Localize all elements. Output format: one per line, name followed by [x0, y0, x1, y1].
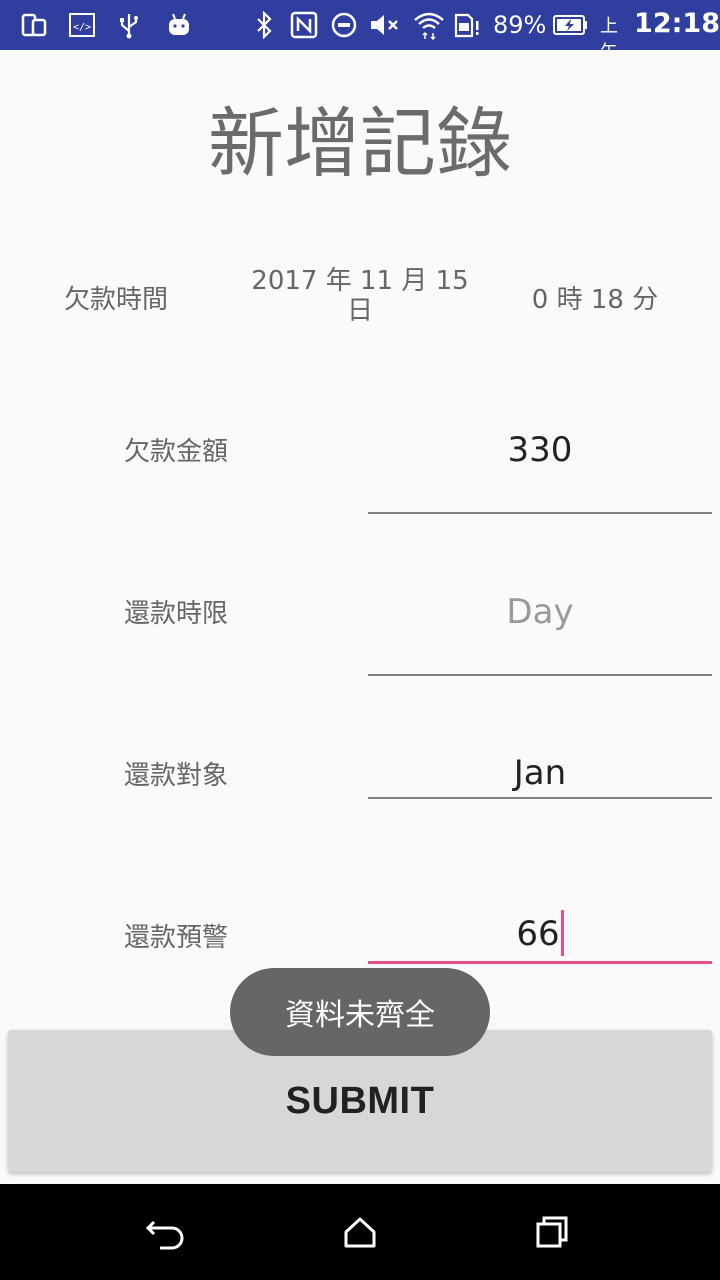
- amount-underline: [368, 512, 712, 514]
- navigation-bar: [0, 1184, 720, 1280]
- warning-label: 還款預警: [124, 923, 229, 953]
- target-input[interactable]: Jan: [368, 751, 712, 795]
- back-icon[interactable]: [136, 1202, 196, 1262]
- amount-input[interactable]: 330: [368, 428, 712, 472]
- deadline-field[interactable]: Day: [368, 590, 712, 678]
- time-picker[interactable]: 0 時 18 分: [500, 284, 690, 316]
- do-not-disturb-icon: [328, 10, 360, 40]
- page-title: 新增記錄: [208, 99, 512, 188]
- status-time: 12:18: [634, 8, 720, 39]
- warning-input-wrap[interactable]: 66: [368, 908, 712, 958]
- amount-label: 欠款金額: [124, 437, 229, 467]
- nfc-icon: [288, 10, 320, 40]
- svg-text:</>: </>: [73, 22, 91, 33]
- deadline-input[interactable]: Day: [368, 590, 712, 634]
- home-icon[interactable]: [330, 1202, 390, 1262]
- deadline-underline: [368, 674, 712, 676]
- target-underline: [368, 797, 712, 799]
- sim-alert-icon: [452, 10, 482, 40]
- battery-percentage: 89%: [493, 11, 547, 39]
- android-debug-icon: [162, 10, 196, 40]
- warning-input[interactable]: 66: [516, 914, 559, 954]
- warning-underline: [368, 961, 712, 964]
- target-field[interactable]: Jan: [368, 751, 712, 803]
- developer-code-icon: </>: [66, 10, 98, 40]
- usb-icon: [114, 10, 144, 40]
- battery-charging-icon: [552, 10, 590, 40]
- status-clock: 上午 12:18: [600, 8, 720, 63]
- debt-time-label: 欠款時間: [64, 285, 169, 315]
- date-picker[interactable]: 2017 年 11 月 15 日: [244, 266, 476, 326]
- mute-icon: [366, 10, 406, 40]
- screen-mirror-icon: [18, 10, 50, 40]
- status-bar: </> 89% 上午 12:18: [0, 0, 720, 63]
- status-ampm: 上午: [600, 16, 618, 63]
- target-label: 還款對象: [124, 761, 229, 791]
- amount-field[interactable]: 330: [368, 428, 712, 516]
- bluetooth-icon: [250, 10, 278, 40]
- deadline-label: 還款時限: [124, 599, 229, 629]
- text-cursor: [560, 909, 564, 956]
- toast-message: 資料未齊全: [230, 968, 490, 1056]
- wifi-icon: [412, 10, 446, 40]
- recents-icon[interactable]: [522, 1202, 582, 1262]
- warning-field[interactable]: 66: [368, 908, 712, 966]
